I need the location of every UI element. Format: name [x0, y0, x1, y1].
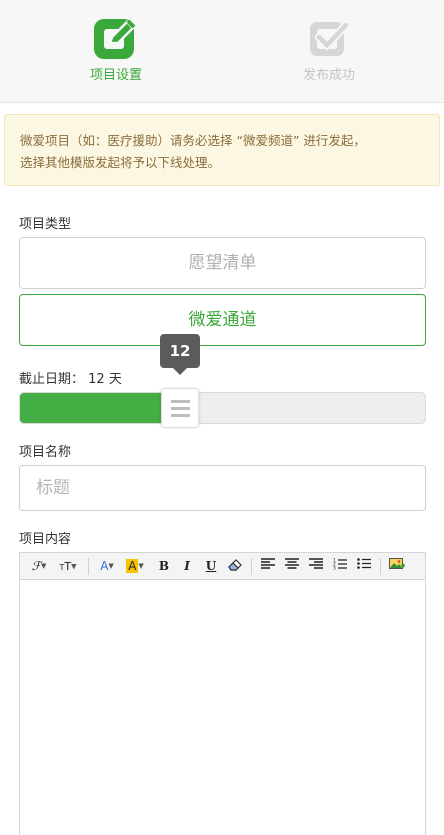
rich-text-editor: ℱ▼ TT▼ A▼ A ▼ B I U 123	[19, 552, 426, 835]
edit-square-icon	[93, 16, 139, 62]
toolbar-divider	[251, 558, 252, 575]
notice-line: 微爱项目（如：医疗援助）请务必选择 “微爱频道” 进行发起，	[20, 133, 366, 148]
italic-icon[interactable]: I	[177, 557, 197, 576]
type-option-wishlist[interactable]: 愿望清单	[19, 237, 426, 289]
title-input[interactable]	[19, 465, 426, 511]
project-content-label: 项目内容	[19, 532, 72, 547]
step-publish-success: 发布成功	[269, 16, 389, 83]
slider-handle[interactable]	[161, 388, 199, 428]
editor-toolbar: ℱ▼ TT▼ A▼ A ▼ B I U 123	[20, 553, 425, 580]
toolbar-divider	[88, 558, 89, 575]
notice-banner: 微爱项目（如：医疗援助）请务必选择 “微爱频道” 进行发起， 选择其他模版发起将…	[4, 114, 440, 186]
deadline-label: 截止日期： 12 天	[19, 368, 122, 387]
toolbar-divider	[380, 558, 381, 575]
highlight-color-icon[interactable]: A ▼	[123, 557, 147, 576]
project-name-label: 项目名称	[19, 445, 72, 460]
insert-image-icon[interactable]	[387, 557, 407, 576]
type-option-love-channel[interactable]: 微爱通道	[19, 294, 426, 346]
unordered-list-icon[interactable]	[354, 557, 374, 576]
deadline-slider-track[interactable]	[19, 392, 426, 424]
svg-text:3: 3	[333, 566, 336, 571]
grip-line	[171, 400, 190, 403]
align-center-icon[interactable]	[282, 557, 302, 576]
step-label: 发布成功	[302, 68, 355, 83]
deadline-unit: 天	[108, 372, 122, 387]
project-type-label: 项目类型	[19, 217, 72, 232]
bold-icon[interactable]: B	[154, 557, 174, 576]
check-square-icon	[306, 16, 352, 62]
notice-line: 选择其他模版发起将予以下线处理。	[20, 155, 221, 170]
ordered-list-icon[interactable]: 123	[330, 557, 350, 576]
font-color-icon[interactable]: A▼	[96, 557, 118, 576]
step-header: 项目设置 发布成功	[0, 0, 444, 103]
step-project-settings: 项目设置	[56, 16, 176, 83]
slider-tooltip: 12	[160, 334, 200, 375]
grip-line	[171, 407, 190, 410]
grip-line	[171, 414, 190, 417]
font-size-icon[interactable]: TT▼	[56, 557, 80, 576]
underline-icon[interactable]: U	[201, 557, 221, 576]
step-label: 项目设置	[89, 68, 142, 83]
font-family-icon[interactable]: ℱ▼	[28, 557, 50, 576]
deadline-label-text: 截止日期：	[19, 372, 85, 387]
align-left-icon[interactable]	[258, 557, 278, 576]
deadline-value: 12	[88, 372, 105, 387]
editor-content-area[interactable]	[20, 580, 425, 835]
align-right-icon[interactable]	[306, 557, 326, 576]
eraser-icon[interactable]	[225, 557, 245, 576]
deadline-slider-fill	[20, 393, 164, 423]
